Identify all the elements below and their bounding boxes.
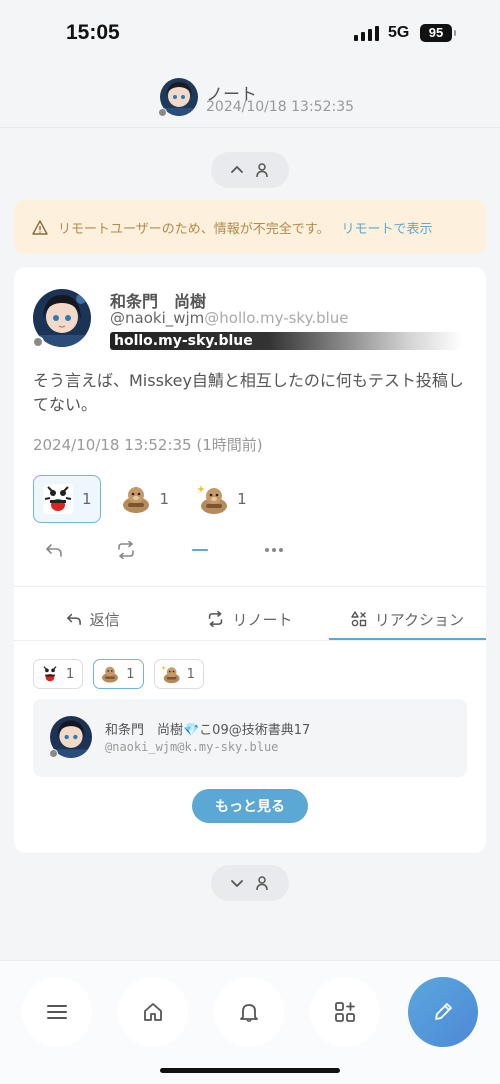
show-more-button[interactable]: もっと見る [192,789,308,823]
notifications-button[interactable] [214,977,284,1047]
menu-button[interactable] [22,977,92,1047]
divider [14,640,486,641]
bug-face-emoji-icon [40,481,76,517]
online-indicator [32,336,44,348]
menu-icon [47,1005,67,1019]
reaction-count: 1 [186,666,195,682]
otter-emoji-icon [99,663,121,685]
tab-label: リノート [232,610,293,629]
handle-user: @naoki_wjm [110,309,205,327]
reaction-chip[interactable]: 1 [153,659,204,689]
bug-face-emoji-icon [39,663,61,685]
show-previous-button[interactable] [211,152,289,188]
reply-icon [66,613,81,626]
reaction-count: 1 [66,666,75,682]
note-card: 和条門 尚樹 @naoki_wjm@hollo.my-sky.blue holl… [14,267,486,853]
apps-add-icon [335,1002,355,1022]
otter-sparkle-emoji-icon [160,663,182,685]
chevron-up-icon [231,166,243,173]
note-actions [14,535,486,565]
reply-button[interactable] [34,537,74,563]
status-bar: 15:05 5G 95 [0,0,500,64]
reaction-filter-chips: 1 1 1 [33,659,204,689]
note-tabs: 返信 リノート リアクション [14,598,486,640]
handle-host: @hollo.my-sky.blue [204,309,349,327]
header-date: 2024/10/18 13:52:35 [206,99,355,115]
tab-label: 返信 [89,610,120,629]
home-icon [144,1003,162,1021]
reactor-name: 和条門 尚樹💎こ09@技術書典17 [105,723,311,738]
user-icon [256,876,268,891]
status-time: 15:05 [66,21,120,44]
reaction-count: 1 [237,490,247,508]
page-header: ノート 2024/10/18 13:52:35 [0,68,500,128]
warning-text: リモートユーザーのため、情報が不完全です。 [58,221,330,237]
remote-user-warning: リモートユーザーのため、情報が不完全です。 リモートで表示 [14,200,486,254]
more-options-button[interactable] [254,537,294,563]
tab-reactions[interactable]: リアクション [328,598,486,640]
reply-icon [46,544,62,557]
bell-icon [240,1004,258,1023]
network-label: 5G [388,24,410,41]
reaction-count: 1 [82,490,92,508]
compose-note-button[interactable] [408,977,478,1047]
repeat-icon [118,541,134,559]
reaction-chip[interactable]: 1 [93,659,144,689]
renote-button[interactable] [106,537,146,563]
reaction-count: 1 [159,490,170,508]
reactor-handle: @naoki_wjm@k.my-sky.blue [105,740,279,754]
pencil-icon [435,1003,452,1020]
widgets-button[interactable] [310,977,380,1047]
reaction-button[interactable]: 1 [111,475,179,523]
reactor-list-item[interactable]: 和条門 尚樹💎こ09@技術書典17 @naoki_wjm@k.my-sky.bl… [33,699,467,777]
instance-ticker[interactable]: hollo.my-sky.blue [110,332,462,350]
shapes-icon [350,611,366,627]
repeat-icon [209,611,223,627]
signal-icon [354,25,379,41]
battery-icon: 95 [420,24,452,42]
note-text: そう言えば、Misskey自鯖と相互したのに何もテスト投稿してない。 [33,371,464,414]
note-date[interactable]: 2024/10/18 13:52:35 (1時間前) [33,434,263,455]
tab-label: リアクション [374,610,464,629]
home-button[interactable] [118,977,188,1047]
minus-icon [192,549,208,551]
otter-emoji-icon [118,481,154,517]
online-indicator [49,749,58,758]
reaction-button[interactable]: 1 [33,475,101,523]
tab-renotes[interactable]: リノート [171,598,328,640]
bottom-navigation [0,960,500,1084]
tab-replies[interactable]: 返信 [14,598,171,640]
show-next-button[interactable] [211,865,289,901]
home-indicator [160,1068,340,1073]
user-icon [256,163,268,178]
view-remote-link[interactable]: リモートで表示 [341,218,432,237]
reaction-add-button[interactable] [180,537,220,563]
warning-icon [32,219,48,235]
otter-sparkle-emoji-icon [195,481,231,517]
more-horizontal-icon [265,548,283,552]
reaction-bar: 1 1 1 [33,475,256,523]
chevron-down-icon [231,880,243,887]
divider [14,586,486,587]
reaction-chip[interactable]: 1 [33,659,84,689]
reaction-count: 1 [126,666,135,682]
battery-tip [454,30,456,36]
note-author-handle: @naoki_wjm@hollo.my-sky.blue [110,309,349,327]
reaction-button[interactable]: 1 [188,475,256,523]
online-indicator [158,108,167,117]
